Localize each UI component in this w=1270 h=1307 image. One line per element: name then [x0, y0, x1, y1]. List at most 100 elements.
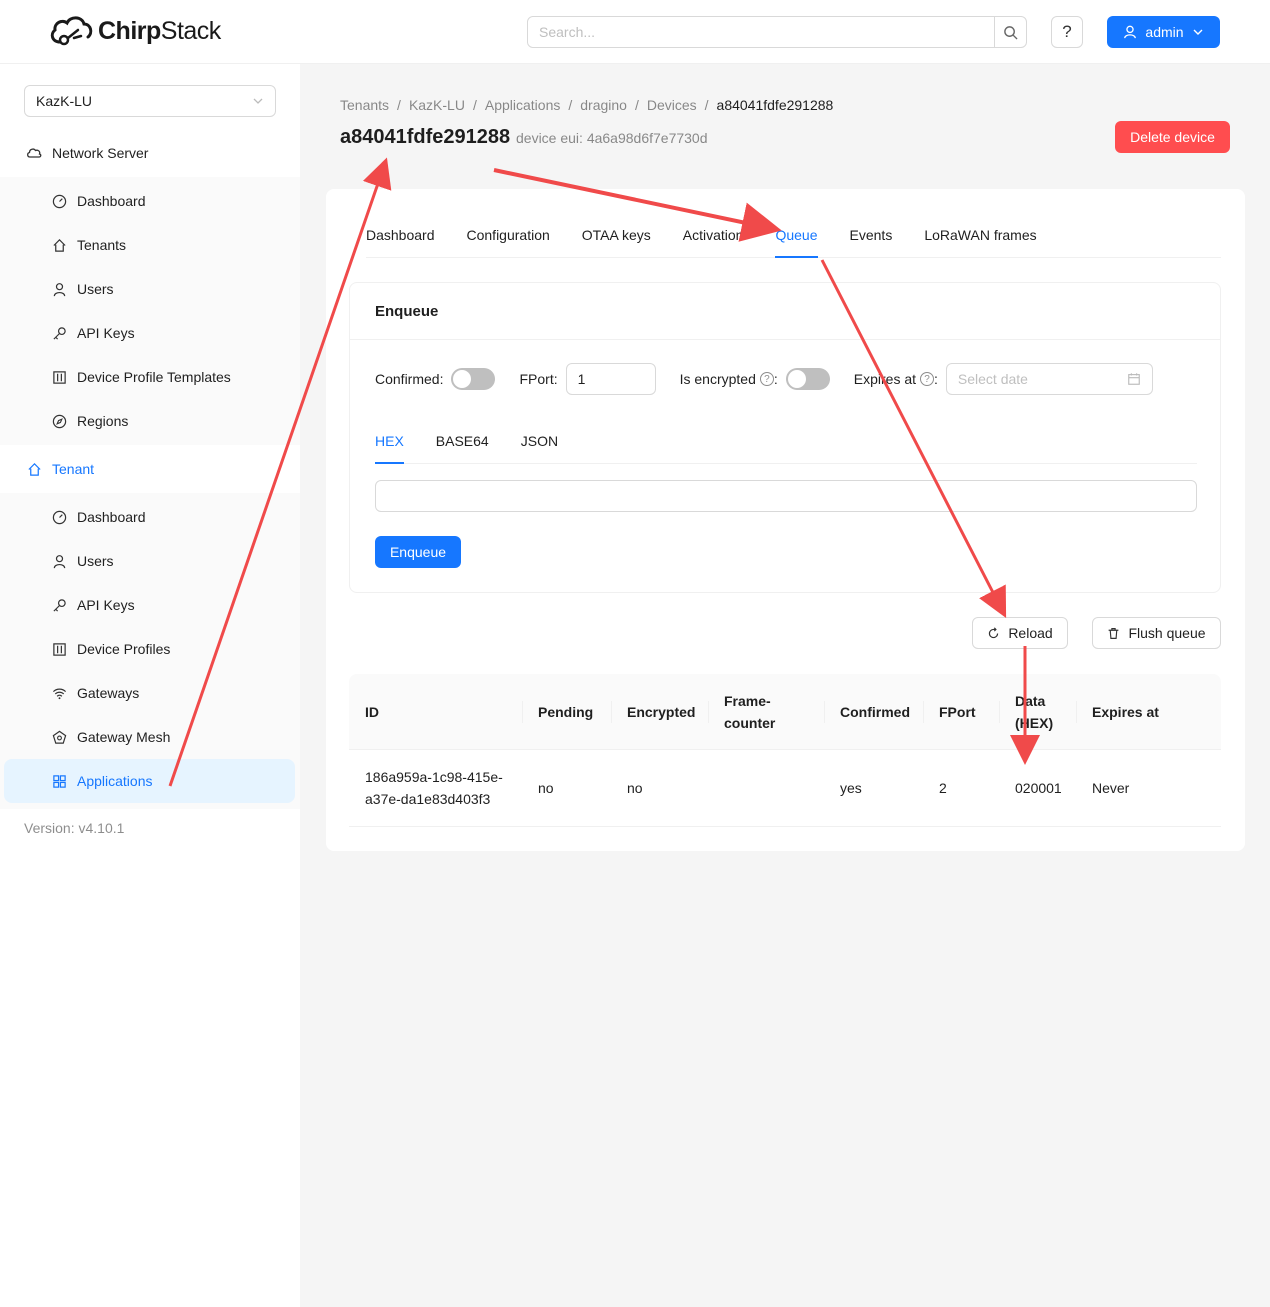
sidebar-item-ns-users[interactable]: Users	[0, 267, 300, 311]
enqueue-card: Enqueue Confirmed: FPort: 1 Is encrypted…	[349, 282, 1221, 593]
fport-value: 1	[577, 371, 586, 387]
confirmed-switch[interactable]	[451, 368, 496, 390]
sidebar-item-ns-device-profile-templates[interactable]: Device Profile Templates	[0, 355, 300, 399]
breadcrumb-separator: /	[472, 97, 477, 113]
tab-hex[interactable]: HEX	[375, 423, 404, 464]
tab-dashboard[interactable]: Dashboard	[366, 215, 435, 257]
sidebar-item-ns-regions[interactable]: Regions	[0, 399, 300, 443]
cloud-icon	[26, 145, 42, 161]
question-circle-icon[interactable]: ?	[759, 372, 774, 386]
sidebar-item-tenant-applications[interactable]: Applications	[4, 759, 295, 803]
label-colon: :	[439, 371, 444, 387]
sidebar-item-label: Regions	[77, 413, 129, 429]
tenant-select-value: KazK-LU	[36, 93, 93, 109]
calendar-icon	[1128, 373, 1140, 385]
home-icon	[51, 237, 67, 253]
tab-json[interactable]: JSON	[521, 423, 558, 463]
compass-icon	[51, 413, 67, 429]
sidebar-item-ns-dashboard[interactable]: Dashboard	[0, 179, 300, 223]
tab-queue[interactable]: Queue	[775, 215, 818, 258]
reload-button[interactable]: Reload	[972, 617, 1068, 649]
delete-device-button[interactable]: Delete device	[1115, 121, 1230, 153]
breadcrumb-separator: /	[397, 97, 401, 113]
expires-date-picker[interactable]: Select date	[945, 363, 1153, 395]
sidebar-item-tenant-gateway-mesh[interactable]: Gateway Mesh	[0, 715, 300, 759]
sidebar-item-ns-tenants[interactable]: Tenants	[0, 223, 300, 267]
tab-activation[interactable]: Activation	[683, 215, 744, 257]
question-circle-icon[interactable]: ?	[920, 372, 935, 386]
breadcrumb-separator: /	[568, 97, 573, 113]
tenant-submenu: Dashboard Users API Keys Device Profiles…	[0, 493, 300, 809]
breadcrumb-separator: /	[704, 97, 709, 113]
table-row: 186a959a-1c98-415e-a37e-da1e83d403f3 no …	[349, 750, 1221, 827]
breadcrumb-current: a84041fdfe291288	[716, 97, 834, 113]
tab-lorawan-frames[interactable]: LoRaWAN frames	[924, 215, 1036, 257]
sidebar-item-tenant-api-keys[interactable]: API Keys	[0, 583, 300, 627]
encrypted-label: Is encrypted	[679, 371, 756, 387]
column-header-pending: Pending	[522, 701, 611, 723]
column-header-data: Data (HEX)	[999, 690, 1076, 734]
fport-label: FPort	[519, 371, 554, 387]
chevron-down-icon	[1193, 29, 1203, 35]
tab-base64[interactable]: BASE64	[436, 423, 489, 463]
label-colon: :	[773, 371, 778, 387]
tab-otaa-keys[interactable]: OTAA keys	[582, 215, 651, 257]
wifi-icon	[51, 685, 67, 701]
sidebar-item-label: API Keys	[77, 597, 135, 613]
sidebar-item-label: Gateways	[77, 685, 140, 701]
menu-group-network-server[interactable]: Network Server	[0, 129, 300, 177]
device-card: Dashboard Configuration OTAA keys Activa…	[326, 189, 1245, 851]
user-name: admin	[1145, 24, 1184, 40]
breadcrumb-tenants[interactable]: Tenants	[340, 97, 389, 113]
sidebar-item-tenant-dashboard[interactable]: Dashboard	[0, 495, 300, 539]
tab-configuration[interactable]: Configuration	[467, 215, 550, 257]
search-button[interactable]	[994, 17, 1026, 47]
column-header-confirmed: Confirmed	[824, 701, 923, 723]
sidebar-item-tenant-gateways[interactable]: Gateways	[0, 671, 300, 715]
sidebar-item-label: Users	[77, 553, 114, 569]
enqueue-title: Enqueue	[350, 283, 1220, 340]
page-subtitle: device eui: 4a6a98d6f7e7730d	[516, 130, 708, 146]
cell-id-line: a37e-da1e83d403f3	[365, 791, 491, 807]
user-menu-button[interactable]: admin	[1107, 16, 1220, 48]
confirmed-label: Confirmed	[375, 371, 440, 387]
flush-queue-button[interactable]: Flush queue	[1092, 617, 1221, 649]
top-header: ChirpStack ? admin	[0, 0, 1270, 64]
tenant-select[interactable]: KazK-LU	[24, 85, 276, 117]
sidebar-item-tenant-users[interactable]: Users	[0, 539, 300, 583]
page-title: a84041fdfe291288	[340, 126, 511, 148]
sidebar-item-label: Device Profiles	[77, 641, 171, 657]
header-line: counter	[724, 714, 776, 731]
help-button[interactable]: ?	[1051, 16, 1083, 48]
fport-input[interactable]: 1	[565, 363, 656, 395]
sidebar-item-label: Dashboard	[77, 509, 146, 525]
user-icon	[51, 553, 67, 569]
breadcrumb-tenant[interactable]: KazK-LU	[409, 97, 465, 113]
menu-group-tenant[interactable]: Tenant	[0, 445, 300, 493]
sidebar-item-tenant-device-profiles[interactable]: Device Profiles	[0, 627, 300, 671]
key-icon	[51, 597, 67, 613]
breadcrumb-application[interactable]: dragino	[580, 97, 627, 113]
date-placeholder: Select date	[957, 371, 1028, 387]
breadcrumb-devices[interactable]: Devices	[647, 97, 697, 113]
label-colon: :	[934, 371, 938, 387]
column-header-id: ID	[365, 703, 379, 720]
label-colon: :	[553, 371, 558, 387]
sidebar-item-ns-api-keys[interactable]: API Keys	[0, 311, 300, 355]
search-input[interactable]	[528, 17, 994, 47]
appstore-icon	[51, 773, 67, 789]
encrypted-switch[interactable]	[785, 368, 830, 390]
tab-events[interactable]: Events	[850, 215, 893, 257]
cloud-logo-icon	[50, 16, 93, 46]
network-server-submenu: Dashboard Tenants Users API Keys Device …	[0, 177, 300, 445]
search-box	[527, 16, 1027, 48]
breadcrumb-applications[interactable]: Applications	[485, 97, 561, 113]
enqueue-button[interactable]: Enqueue	[375, 536, 461, 568]
payload-input[interactable]	[375, 480, 1197, 512]
reload-icon	[989, 626, 999, 638]
logo-text: ChirpStack	[98, 16, 221, 45]
user-icon	[51, 281, 67, 297]
cell-fport: 2	[939, 780, 947, 796]
chirpstack-logo[interactable]: ChirpStack	[48, 14, 221, 48]
chevron-down-icon	[253, 98, 263, 104]
